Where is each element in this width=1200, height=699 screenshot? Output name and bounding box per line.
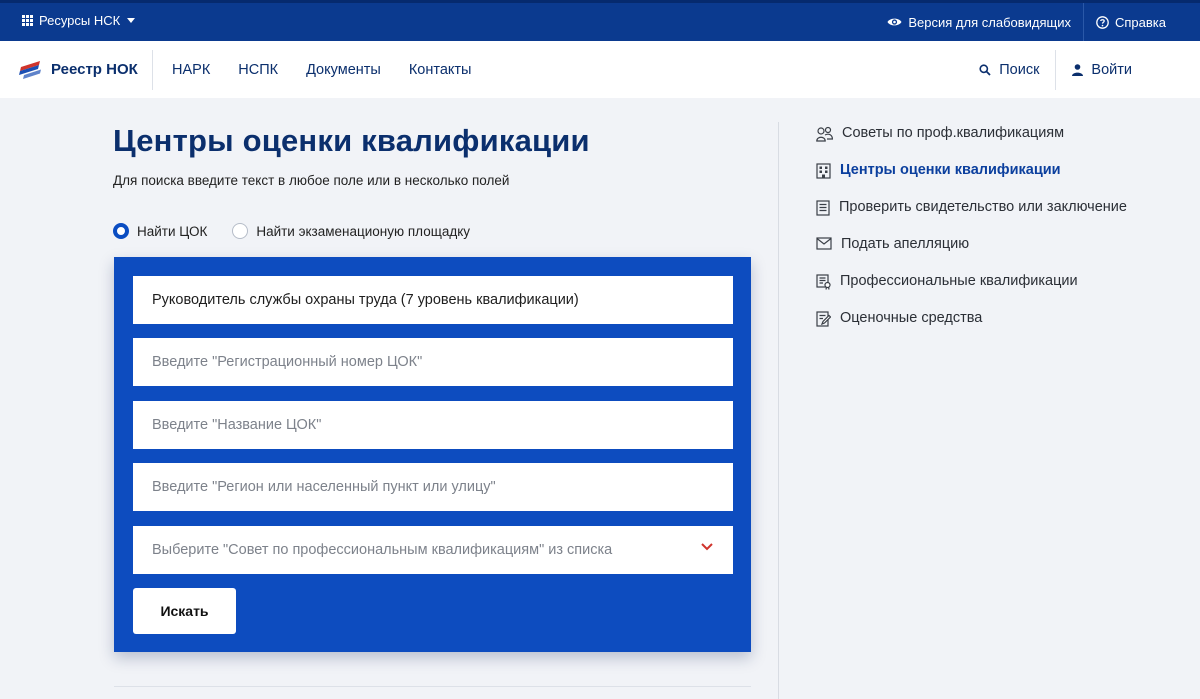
search-label: Поиск [999, 61, 1040, 78]
user-icon [1072, 63, 1084, 76]
side-item-qualifications[interactable]: Профессиональные квалификации [816, 270, 1186, 293]
certificate-icon [816, 274, 831, 290]
search-link[interactable]: Поиск [979, 62, 1039, 78]
council-select[interactable]: Выберите "Совет по профессиональным квал… [133, 526, 733, 574]
login-label: Войти [1091, 61, 1132, 78]
region-placeholder: Введите "Регион или населенный пункт или… [152, 479, 496, 495]
help-icon [1096, 15, 1109, 29]
help-label: Справка [1115, 14, 1166, 30]
radio-find-exam-site[interactable]: Найти экзаменационую площадку [232, 223, 470, 239]
people-icon [816, 126, 833, 142]
radio-selected-indicator[interactable] [113, 223, 129, 239]
radio-find-exam-site-label: Найти экзаменационую площадку [256, 223, 471, 239]
search-panel: Руководитель службы охраны труда (7 уров… [114, 257, 751, 652]
accessibility-link[interactable]: Версия для слабовидящих [875, 3, 1083, 41]
radio-find-tsok-label: Найти ЦОК [137, 223, 208, 239]
side-item-verify-label: Проверить свидетельство или заключение [839, 199, 1127, 215]
flag-logo-icon [19, 61, 41, 79]
page-subtitle: Для поиска введите текст в любое поле ил… [113, 173, 510, 188]
login-link[interactable]: Войти [1072, 62, 1132, 78]
side-item-qualifications-label: Профессиональные квалификации [840, 273, 1078, 289]
search-button[interactable]: Искать [133, 588, 236, 634]
nav-item-documents[interactable]: Документы [306, 62, 381, 78]
accessibility-label: Версия для слабовидящих [908, 14, 1071, 30]
building-icon [816, 163, 831, 179]
chevron-down-icon[interactable] [701, 543, 713, 551]
grid-icon [22, 15, 33, 26]
side-item-assessment[interactable]: Оценочные средства [816, 307, 1186, 330]
side-item-councils-label: Советы по проф.квалификациям [842, 125, 1065, 141]
qualification-field[interactable]: Руководитель службы охраны труда (7 уров… [133, 276, 733, 324]
nav-item-contacts[interactable]: Контакты [409, 62, 472, 78]
content-divider [114, 686, 751, 687]
side-item-assessment-label: Оценочные средства [840, 310, 983, 326]
side-item-appeal[interactable]: Подать апелляцию [816, 233, 1186, 256]
reg-number-input[interactable]: Введите "Регистрационный номер ЦОК" [133, 338, 733, 386]
name-placeholder: Введите "Название ЦОК" [152, 417, 322, 433]
name-input[interactable]: Введите "Название ЦОК" [133, 401, 733, 449]
eye-icon [887, 18, 902, 26]
document-icon [816, 200, 830, 216]
site-header: Реестр НОК НАРК НСПК Документы Контакты … [0, 41, 1200, 98]
site-logo[interactable]: Реестр НОК [19, 59, 138, 79]
caret-down-icon [127, 18, 136, 23]
region-input[interactable]: Введите "Регион или населенный пункт или… [133, 463, 733, 511]
envelope-icon [816, 237, 832, 250]
nav-item-nspk[interactable]: НСПК [238, 62, 278, 78]
qualification-value: Руководитель службы охраны труда (7 уров… [152, 292, 579, 308]
council-placeholder: Выберите "Совет по профессиональным квал… [152, 542, 613, 558]
search-icon [979, 63, 991, 76]
logo-text: Реестр НОК [51, 60, 138, 78]
sidebar-divider [778, 122, 779, 699]
header-divider [152, 50, 153, 90]
resources-label: Ресурсы НСК [39, 13, 121, 28]
side-item-appeal-label: Подать апелляцию [841, 236, 970, 252]
side-item-centers[interactable]: Центры оценки квалификации [816, 159, 1186, 182]
nav-item-nark[interactable]: НАРК [172, 62, 210, 78]
side-item-councils[interactable]: Советы по проф.квалификациям [816, 122, 1186, 145]
edit-document-icon [816, 311, 831, 327]
side-menu: Советы по проф.квалификациям Центры оцен… [816, 122, 1186, 330]
search-mode-group: Найти ЦОК Найти экзаменационую площадку [113, 223, 495, 239]
page-title: Центры оценки квалификации [113, 123, 590, 158]
top-bar: Ресурсы НСК Версия для слабовидящих Спра… [0, 0, 1200, 41]
main-nav: НАРК НСПК Документы Контакты [172, 41, 499, 98]
header-right-divider [1055, 49, 1057, 90]
side-item-verify[interactable]: Проверить свидетельство или заключение [816, 196, 1186, 219]
reg-number-placeholder: Введите "Регистрационный номер ЦОК" [152, 354, 423, 370]
radio-unselected-indicator[interactable] [232, 223, 249, 239]
resources-menu[interactable]: Ресурсы НСК [22, 13, 141, 28]
help-link[interactable]: Справка [1084, 3, 1178, 41]
radio-find-tsok[interactable]: Найти ЦОК [113, 223, 207, 239]
side-item-centers-label: Центры оценки квалификации [840, 162, 1061, 178]
